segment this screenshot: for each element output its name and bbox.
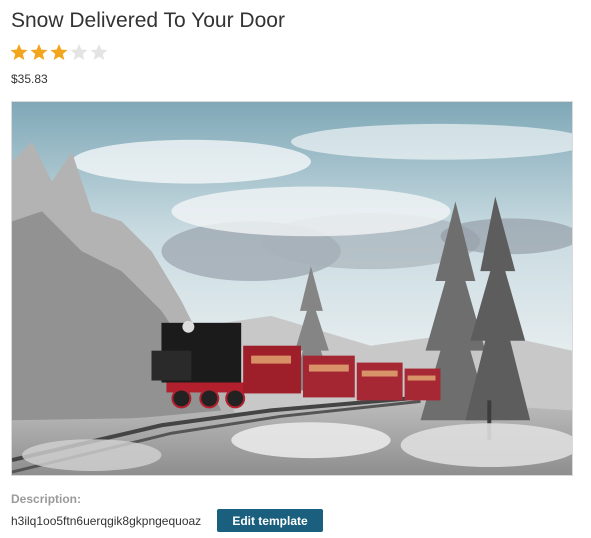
star-rating [10, 43, 108, 61]
star-empty-icon [70, 44, 88, 60]
edit-template-button[interactable]: Edit template [217, 509, 323, 532]
star-filled-icon [30, 44, 48, 60]
product-page: Snow Delivered To Your Door $35.83 Descr… [0, 0, 591, 538]
description-label: Description: [11, 492, 82, 506]
product-price: $35.83 [11, 72, 48, 86]
snowy-train-photo [12, 102, 572, 475]
description-value: h3ilq1oo5ftn6uerqgik8gkpngequoaz [11, 514, 202, 528]
star-filled-icon [10, 44, 28, 60]
star-empty-icon [90, 44, 108, 60]
product-title: Snow Delivered To Your Door [11, 9, 285, 32]
product-image [11, 101, 573, 476]
star-filled-icon [50, 44, 68, 60]
